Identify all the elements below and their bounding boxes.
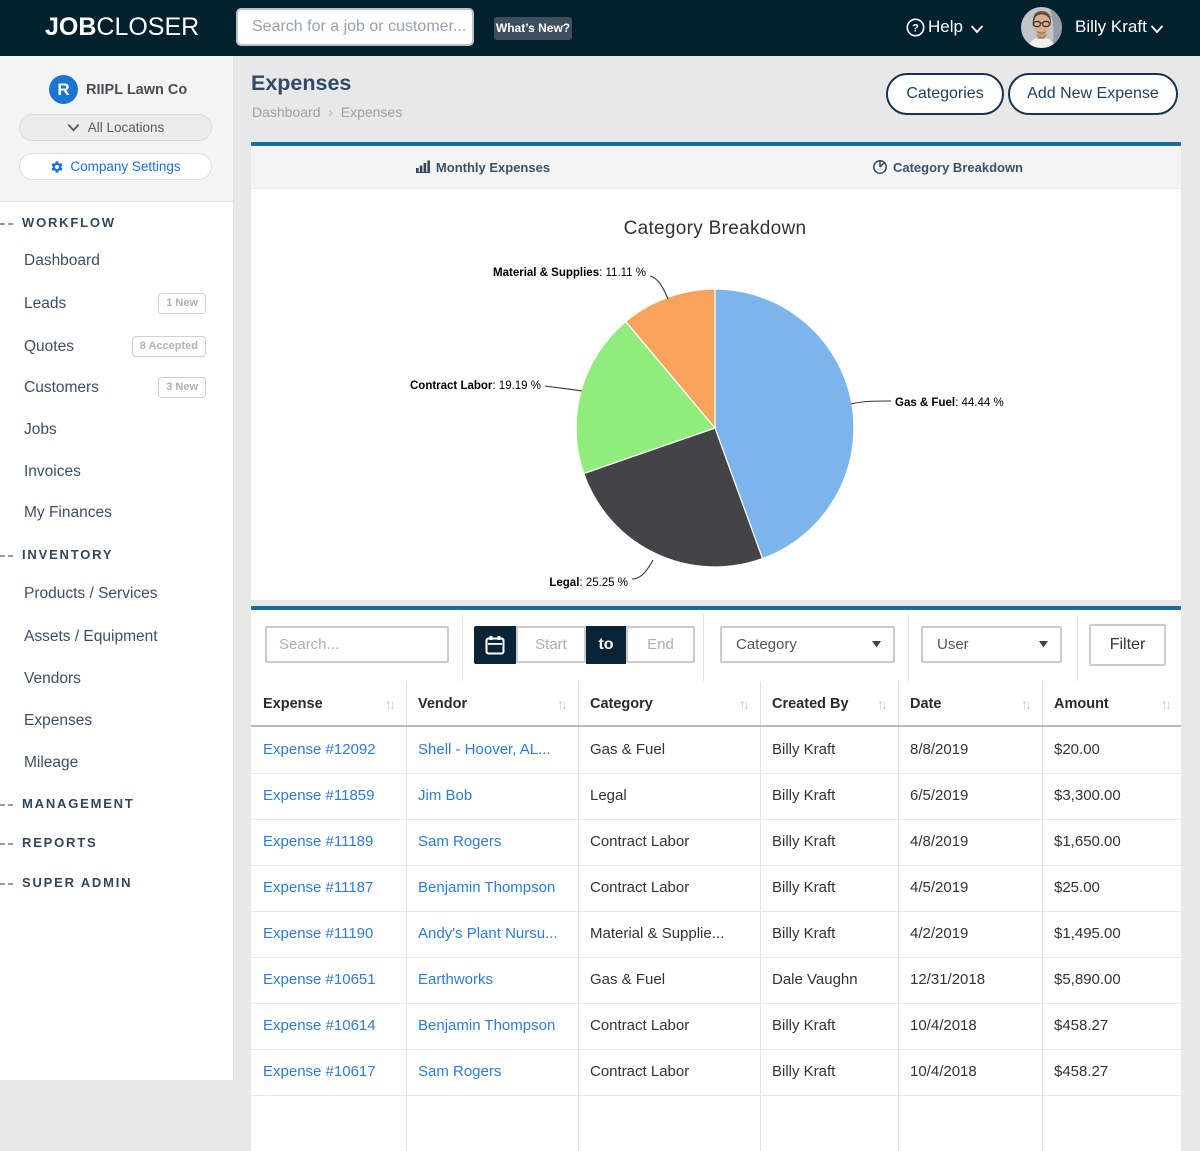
- svg-text:Legal: 25.25 %: Legal: 25.25 %: [549, 577, 628, 589]
- svg-text:Contract Labor: 19.19 %: Contract Labor: 19.19 %: [410, 380, 541, 392]
- svg-text:Gas & Fuel: 44.44 %: Gas & Fuel: 44.44 %: [895, 397, 1004, 409]
- svg-text:Category Breakdown: Category Breakdown: [624, 218, 807, 239]
- svg-text:?: ?: [912, 22, 919, 34]
- svg-text:Material & Supplies: 11.11 %: Material & Supplies: 11.11 %: [493, 267, 646, 279]
